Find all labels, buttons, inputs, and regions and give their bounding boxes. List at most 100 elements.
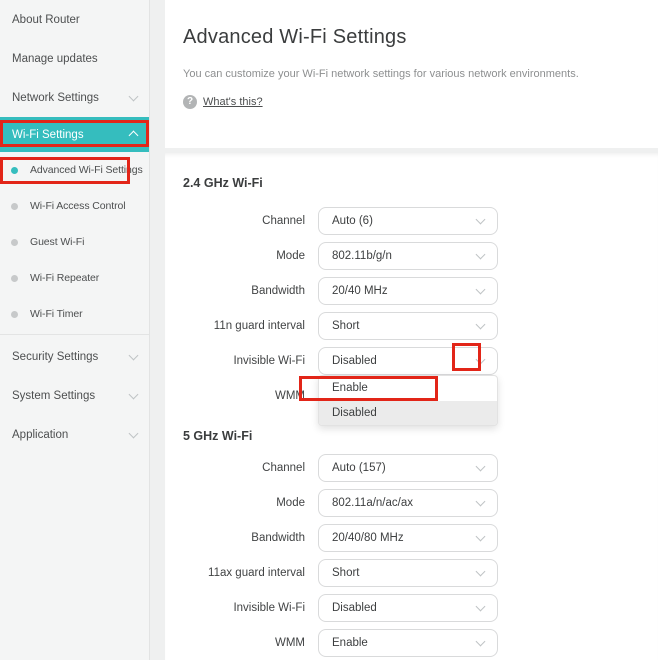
select-value: 802.11b/g/n	[332, 250, 392, 262]
select-mode[interactable]: 802.11a/n/ac/ax	[318, 489, 498, 517]
settings-panel: 2.4 GHz Wi-Fi Channel Auto (6) Mode 802.…	[165, 153, 658, 660]
select-value: Disabled	[332, 355, 377, 367]
sidebar-item-label: Wi-Fi Access Control	[30, 200, 126, 212]
select-value: Enable	[332, 637, 368, 649]
chevron-down-icon	[476, 215, 485, 224]
field-label: Bandwidth	[251, 285, 305, 297]
dropdown-option-enable[interactable]: Enable	[319, 376, 497, 401]
sidebar-divider	[0, 334, 149, 335]
select-channel[interactable]: Auto (6)	[318, 207, 498, 235]
sidebar-item-manage-updates[interactable]: Manage updates	[0, 39, 149, 78]
select-11n-guard-interval[interactable]: Short	[318, 312, 498, 340]
bullet-icon	[11, 238, 18, 246]
form-row: Channel Auto (157)	[183, 454, 658, 489]
field-label: Mode	[276, 497, 305, 509]
sidebar-item-label: Wi-Fi Timer	[30, 308, 83, 320]
bullet-icon	[11, 166, 18, 174]
section-rows: Channel Auto (157) Mode 802.11a/n/ac/ax …	[183, 454, 658, 660]
section-2-4-ghz-wi-fi: 2.4 GHz Wi-Fi Channel Auto (6) Mode 802.…	[183, 153, 658, 426]
sidebar-item-wi-fi-timer[interactable]: Wi-Fi Timer	[0, 296, 149, 332]
sidebar-item-wi-fi-access-control[interactable]: Wi-Fi Access Control	[0, 188, 149, 224]
sidebar-item-label: Wi-Fi Settings	[12, 128, 84, 141]
bullet-icon	[11, 274, 18, 282]
form-row: 11ax guard interval Short	[183, 559, 658, 594]
select-bandwidth[interactable]: 20/40/80 MHz	[318, 524, 498, 552]
chevron-down-icon	[476, 355, 485, 364]
select-bandwidth[interactable]: 20/40 MHz	[318, 277, 498, 305]
select-value: Auto (157)	[332, 462, 386, 474]
sidebar: About Router Manage updates Network Sett…	[0, 0, 150, 660]
form-row: 11n guard interval Short	[183, 312, 658, 347]
form-row: Invisible Wi-Fi Disabled Enable Disabled	[183, 347, 658, 426]
sidebar-item-label: System Settings	[12, 389, 96, 402]
sidebar-item-label: Guest Wi-Fi	[30, 236, 85, 248]
form-row: Channel Auto (6)	[183, 207, 658, 242]
sidebar-item-system-settings[interactable]: System Settings	[0, 376, 149, 415]
select-value: Disabled	[332, 602, 377, 614]
form-row: Mode 802.11b/g/n	[183, 242, 658, 277]
sidebar-item-label: Manage updates	[12, 52, 98, 65]
select-channel[interactable]: Auto (157)	[318, 454, 498, 482]
form-row: WMM Enable	[183, 629, 658, 660]
sidebar-item-application[interactable]: Application	[0, 415, 149, 454]
select-mode[interactable]: 802.11b/g/n	[318, 242, 498, 270]
field-label: WMM	[274, 390, 305, 402]
chevron-down-icon	[476, 462, 485, 471]
form-row: Bandwidth 20/40 MHz	[183, 277, 658, 312]
chevron-down-icon	[476, 250, 485, 259]
sidebar-item-advanced-wi-fi-settings[interactable]: Advanced Wi-Fi Settings	[0, 152, 149, 188]
select-invisible-wi-fi[interactable]: Disabled	[318, 594, 498, 622]
select-11ax-guard-interval[interactable]: Short	[318, 559, 498, 587]
chevron-down-icon	[476, 320, 485, 329]
field-label: Bandwidth	[251, 532, 305, 544]
page: About Router Manage updates Network Sett…	[0, 0, 658, 660]
select-value: 20/40 MHz	[332, 285, 388, 297]
dropdown-panel: Enable Disabled	[318, 375, 498, 426]
help-link[interactable]: ? What's this?	[183, 95, 263, 109]
bullet-icon	[11, 202, 18, 210]
select-invisible-wi-fi[interactable]: Disabled	[318, 347, 498, 375]
dropdown-option-disabled[interactable]: Disabled	[319, 401, 497, 425]
field-label: Mode	[276, 250, 305, 262]
page-description: You can customize your Wi-Fi network set…	[183, 68, 579, 80]
select-value: Auto (6)	[332, 215, 373, 227]
field-label: Channel	[262, 215, 305, 227]
sidebar-item-label: Wi-Fi Repeater	[30, 272, 100, 284]
bullet-icon	[11, 310, 18, 318]
chevron-down-icon	[476, 285, 485, 294]
section-title: 5 GHz Wi-Fi	[183, 429, 253, 443]
question-icon: ?	[183, 95, 197, 109]
select-value: Short	[332, 320, 360, 332]
sidebar-item-label: Security Settings	[12, 350, 99, 363]
section-5-ghz-wi-fi: 5 GHz Wi-Fi Channel Auto (157) Mode 802.…	[183, 428, 658, 660]
form-row: Mode 802.11a/n/ac/ax	[183, 489, 658, 524]
sidebar-item-label: Advanced Wi-Fi Settings	[30, 164, 143, 176]
chevron-down-icon	[476, 637, 485, 646]
sidebar-item-security-settings[interactable]: Security Settings	[0, 337, 149, 376]
select-wmm[interactable]: Enable	[318, 629, 498, 657]
select-value: 20/40/80 MHz	[332, 532, 404, 544]
sidebar-item-network-settings[interactable]: Network Settings	[0, 78, 149, 117]
select-value: 802.11a/n/ac/ax	[332, 497, 413, 509]
chevron-down-icon	[476, 567, 485, 576]
sidebar-item-wi-fi-settings[interactable]: Wi-Fi Settings	[0, 117, 149, 152]
section-title: 2.4 GHz Wi-Fi	[183, 176, 263, 190]
page-header: Advanced Wi-Fi Settings You can customiz…	[165, 0, 658, 148]
chevron-down-icon	[129, 429, 138, 438]
field-label: Invisible Wi-Fi	[233, 355, 305, 367]
page-title: Advanced Wi-Fi Settings	[183, 26, 407, 48]
form-row: Bandwidth 20/40/80 MHz	[183, 524, 658, 559]
sidebar-item-label: Network Settings	[12, 91, 99, 104]
chevron-down-icon	[129, 92, 138, 101]
sidebar-item-guest-wi-fi[interactable]: Guest Wi-Fi	[0, 224, 149, 260]
field-label: 11ax guard interval	[208, 567, 305, 579]
section-rows: Channel Auto (6) Mode 802.11b/g/n Bandwi…	[183, 207, 658, 426]
sidebar-item-about-router[interactable]: About Router	[0, 0, 149, 39]
chevron-down-icon	[476, 602, 485, 611]
chevron-down-icon	[129, 390, 138, 399]
chevron-up-icon	[129, 129, 138, 138]
field-label: Channel	[262, 462, 305, 474]
sidebar-item-wi-fi-repeater[interactable]: Wi-Fi Repeater	[0, 260, 149, 296]
field-label: WMM	[274, 637, 305, 649]
field-label: 11n guard interval	[213, 320, 305, 332]
